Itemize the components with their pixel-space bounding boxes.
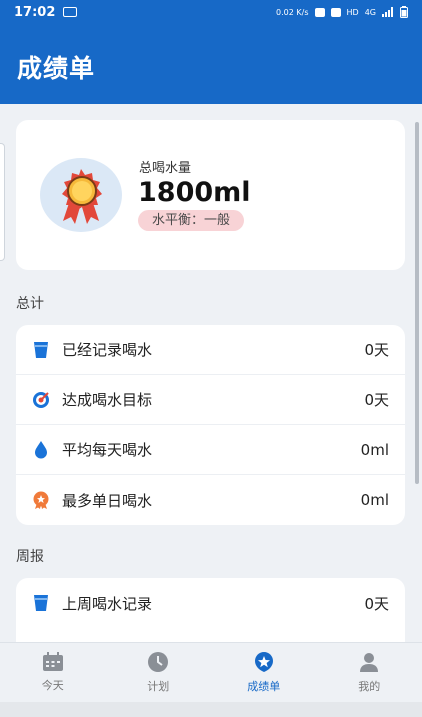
calendar-icon <box>42 652 63 671</box>
star-badge-icon <box>254 652 273 672</box>
nav-item-report[interactable]: 成绩单 <box>211 643 317 702</box>
page-title: 成绩单 <box>17 54 96 83</box>
nav-item-today[interactable]: 今天 <box>0 643 106 702</box>
clock-icon <box>148 652 169 672</box>
signal-icon <box>382 7 393 17</box>
medal-icon <box>40 158 122 232</box>
hd-label: HD <box>346 7 359 17</box>
total-intake-value: 1800ml <box>138 177 251 208</box>
alarm-icon <box>314 7 325 17</box>
balance-level-badge: 水平衡：一般 <box>138 210 245 231</box>
list-item[interactable]: 上周喝水记录 0天 <box>16 578 405 628</box>
net-speed: 0.02 K/s <box>276 7 309 17</box>
system-nav-strip <box>0 702 422 717</box>
app-bar: 成绩单 <box>0 24 422 104</box>
section-title-weekly: 周报 <box>16 549 44 565</box>
weekly-stats-card: 上周喝水记录 0天 <box>16 578 405 642</box>
side-drawer-handle[interactable] <box>0 143 5 261</box>
award-icon <box>32 491 50 509</box>
signal-label: 4G <box>364 7 376 17</box>
total-stats-card: 已经记录喝水 0天 达成喝水目标 0天 平均每天喝水 0ml 最多单日喝水 0m… <box>16 325 405 525</box>
list-item[interactable]: 已经记录喝水 0天 <box>16 325 405 375</box>
image-icon <box>63 7 78 17</box>
target-icon <box>32 391 50 409</box>
water-drop-icon <box>32 440 50 459</box>
mute-icon <box>330 7 341 17</box>
list-item[interactable]: 达成喝水目标 0天 <box>16 375 405 425</box>
status-bar: 17:02 0.02 K/s HD 4G <box>0 0 422 24</box>
cup-icon <box>32 341 50 359</box>
bottom-nav: 今天 计划 成绩单 我的 <box>0 642 422 702</box>
scrollbar[interactable] <box>415 122 419 484</box>
status-indicators: 0.02 K/s HD 4G <box>276 6 408 18</box>
list-item[interactable]: 最多单日喝水 0ml <box>16 475 405 525</box>
nav-item-plan[interactable]: 计划 <box>106 643 212 702</box>
section-title-total: 总计 <box>16 296 44 312</box>
person-icon <box>360 653 379 672</box>
summary-card: 总喝水量 1800ml 水平衡：一般 <box>16 120 405 270</box>
total-intake-label: 总喝水量 <box>139 161 192 176</box>
battery-icon <box>400 6 408 18</box>
status-time: 17:02 <box>14 4 56 20</box>
nav-item-mine[interactable]: 我的 <box>317 643 422 702</box>
cup-icon <box>32 594 50 612</box>
list-item[interactable]: 平均每天喝水 0ml <box>16 425 405 475</box>
